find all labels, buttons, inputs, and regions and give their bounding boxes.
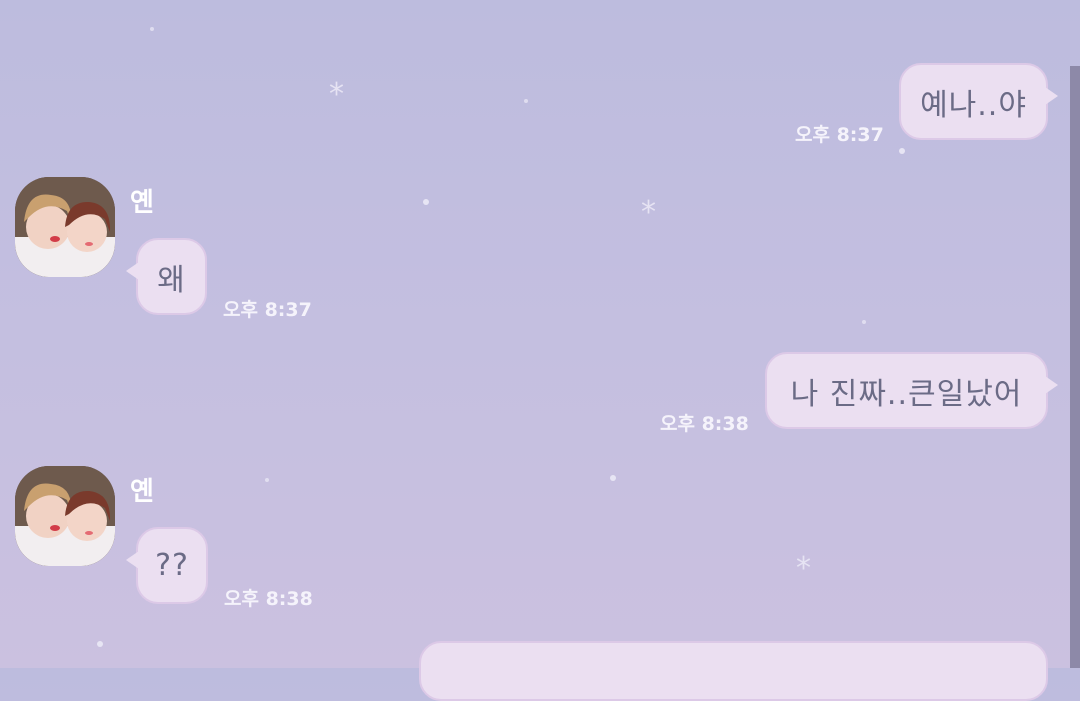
star-dot	[862, 320, 866, 324]
sparkle-icon: *	[796, 551, 811, 586]
star-dot	[899, 148, 905, 154]
message-text: ??	[155, 548, 189, 583]
message-text: 나 진짜..큰일났어	[790, 376, 1023, 412]
message-timestamp: 오후 8:38	[224, 588, 313, 610]
sender-name: 옌	[130, 477, 154, 507]
message-bubble-partial[interactable]	[419, 641, 1048, 701]
scrollbar[interactable]	[1070, 66, 1080, 668]
star-dot	[150, 27, 154, 31]
star-dot	[97, 641, 103, 647]
message-timestamp: 오후 8:37	[795, 124, 884, 146]
sparkle-icon: *	[329, 77, 344, 112]
message-text: 왜	[157, 262, 186, 298]
avatar-photo	[15, 177, 115, 277]
avatar-photo	[15, 466, 115, 566]
avatar[interactable]	[15, 177, 115, 277]
message-bubble[interactable]: 왜	[126, 238, 207, 315]
message-timestamp: 오후 8:37	[223, 299, 312, 321]
message-text: 예나..야	[920, 87, 1027, 123]
avatar[interactable]	[15, 466, 115, 566]
star-dot	[423, 199, 429, 205]
sparkle-icon: *	[641, 195, 656, 230]
message-bubble[interactable]: ??	[126, 527, 208, 604]
message-timestamp: 오후 8:38	[660, 413, 749, 435]
message-bubble[interactable]: 나 진짜..큰일났어	[765, 352, 1058, 429]
sender-name: 옌	[130, 188, 154, 218]
star-dot	[265, 478, 269, 482]
message-bubble[interactable]: 예나..야	[899, 63, 1058, 140]
star-dot	[610, 475, 616, 481]
star-dot	[524, 99, 528, 103]
